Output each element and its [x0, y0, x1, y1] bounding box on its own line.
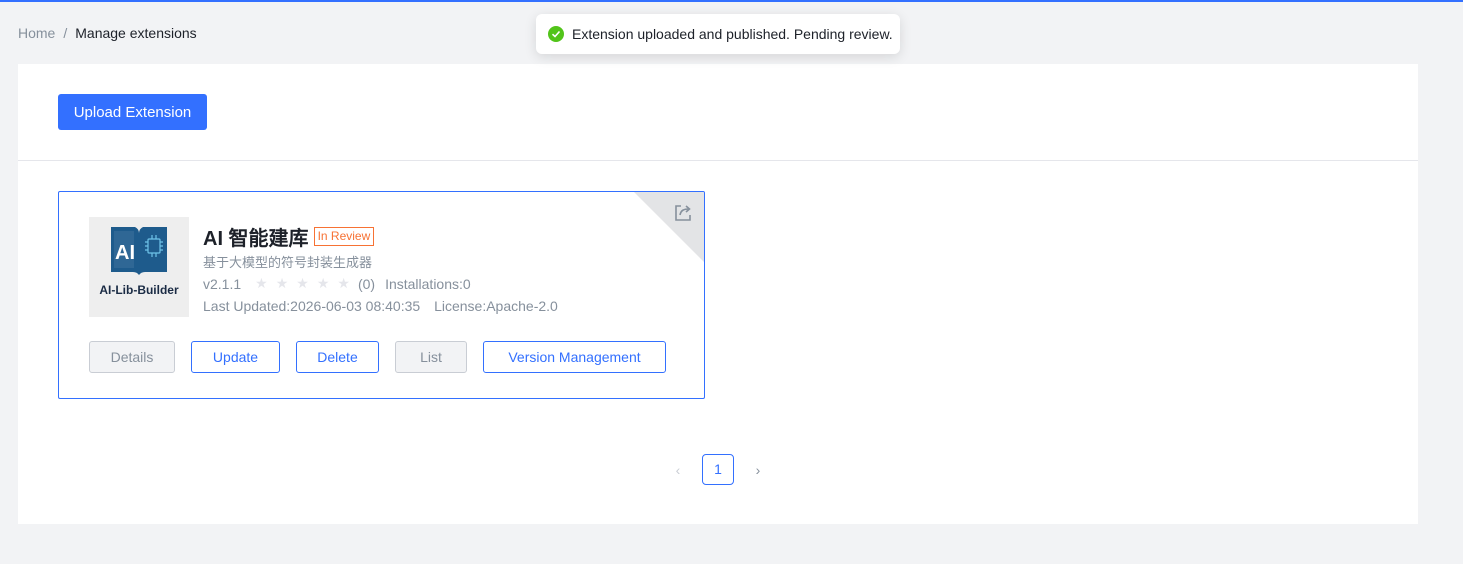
last-updated: Last Updated:2026-06-03 08:40:35 [203, 298, 421, 314]
extension-description: 基于大模型的符号封装生成器 [203, 255, 373, 270]
success-check-icon [548, 26, 564, 42]
logo-caption: AI-Lib-Builder [99, 283, 179, 297]
breadcrumb-home[interactable]: Home [18, 25, 55, 41]
updated-row: Last Updated:2026-06-03 08:40:35 License… [203, 298, 558, 314]
extension-version: v2.1.1 [203, 275, 242, 292]
toast-message: Extension uploaded and published. Pendin… [572, 26, 893, 42]
title-row: AI 智能建库 In Review [203, 222, 375, 251]
update-button[interactable]: Update [191, 341, 280, 373]
license: License:Apache-2.0 [434, 298, 558, 314]
version-management-button[interactable]: Version Management [483, 341, 666, 373]
meta-row: v2.1.1 ★ ★ ★ ★ ★ (0) Installations:0 [203, 275, 471, 292]
details-button[interactable]: Details [89, 341, 175, 373]
extension-title: AI 智能建库 [203, 228, 309, 250]
status-badge: In Review [313, 227, 375, 246]
star-icon: ★ [255, 275, 268, 291]
share-icon[interactable] [672, 202, 694, 224]
extension-card: AI AI-Lib-Builder AI 智能建库 In Review 基于大模… [58, 191, 705, 399]
breadcrumb-current: Manage extensions [75, 25, 197, 41]
book-icon: AI [111, 227, 167, 275]
panel-divider [18, 160, 1418, 161]
star-icon: ★ [296, 275, 309, 291]
delete-button[interactable]: Delete [296, 341, 379, 373]
star-icon: ★ [337, 275, 350, 291]
rating-count: (0) [357, 275, 376, 292]
star-icon: ★ [275, 275, 289, 291]
star-icon: ★ [316, 275, 330, 291]
rating-stars: ★ ★ ★ ★ ★ [255, 275, 358, 292]
installations: Installations:0 [385, 275, 471, 292]
list-button[interactable]: List [395, 341, 467, 373]
prev-page-button[interactable]: ‹ [668, 460, 688, 480]
success-toast: Extension uploaded and published. Pendin… [536, 14, 900, 54]
extension-logo: AI AI-Lib-Builder [89, 217, 189, 317]
upload-extension-button[interactable]: Upload Extension [58, 94, 207, 130]
breadcrumb-separator: / [63, 25, 68, 41]
breadcrumb: Home / Manage extensions [18, 25, 197, 41]
top-accent-line [0, 0, 1463, 2]
next-page-button[interactable]: › [748, 460, 768, 480]
page-1-button[interactable]: 1 [702, 454, 734, 485]
svg-text:AI: AI [115, 242, 135, 264]
